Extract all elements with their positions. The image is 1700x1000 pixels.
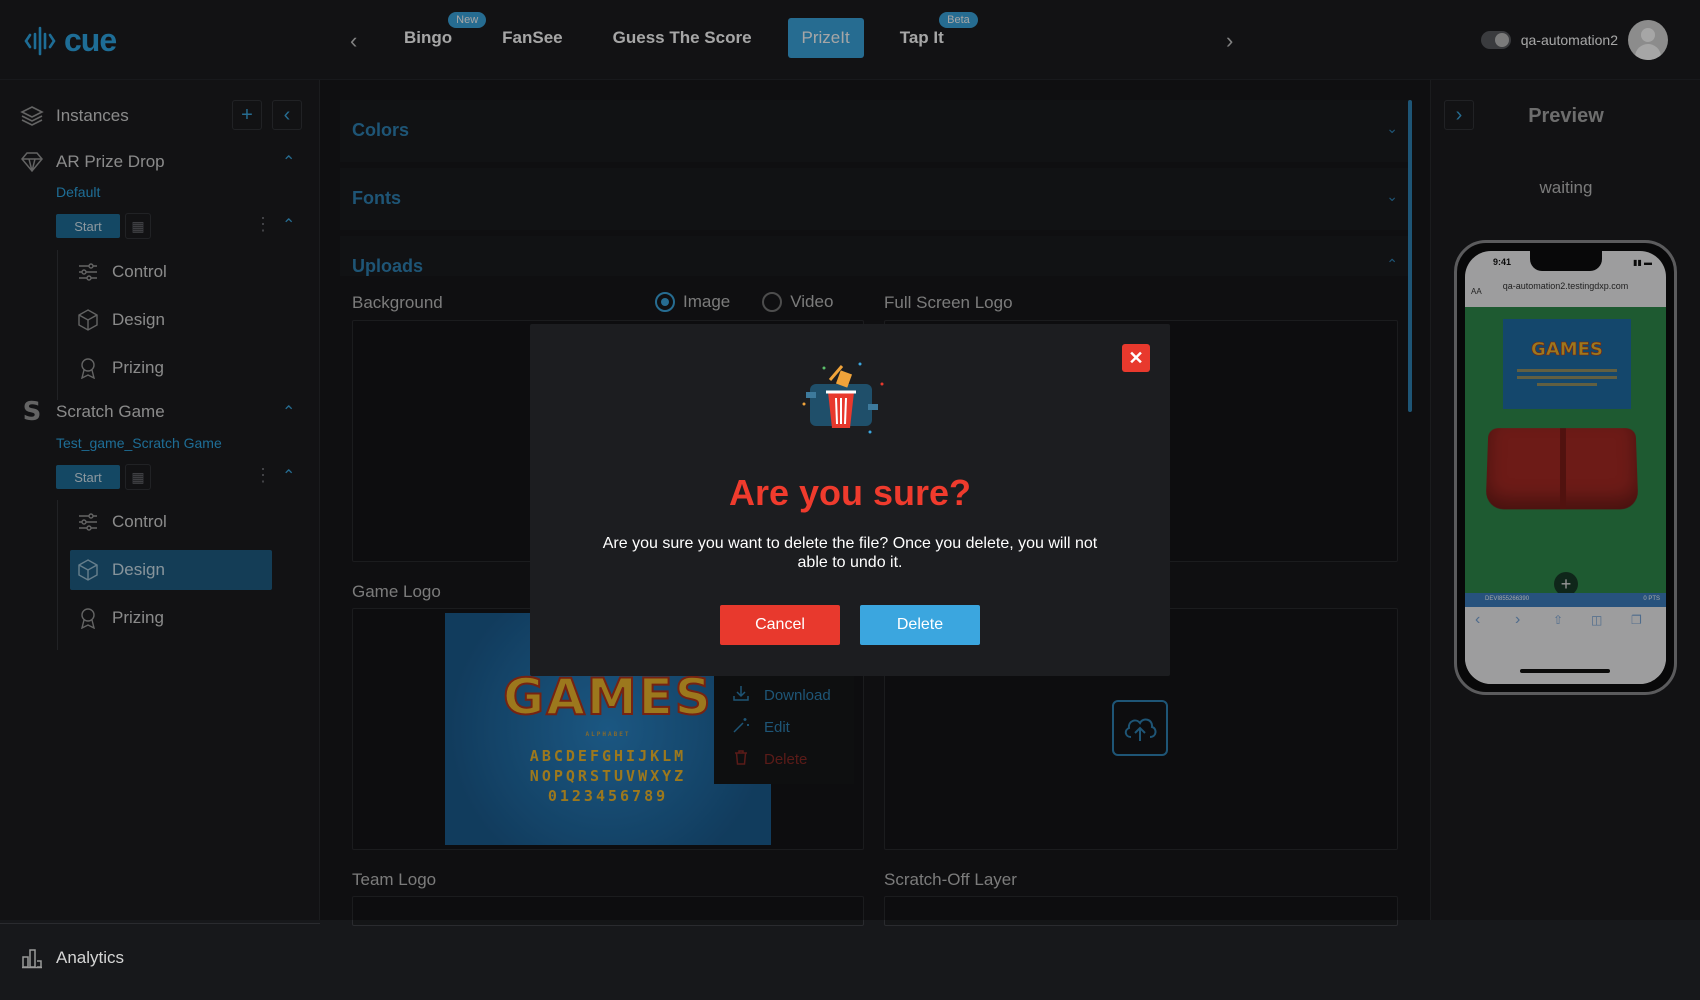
trash-illustration-icon	[790, 354, 890, 438]
bar-chart-icon	[20, 946, 44, 970]
analytics-label: Analytics	[56, 948, 125, 967]
confirm-delete-dialog: ✕ Are you sure? Are you sure you want to…	[530, 324, 1170, 676]
cancel-button[interactable]: Cancel	[720, 605, 840, 645]
analytics-link[interactable]: Analytics	[0, 923, 320, 1000]
close-icon[interactable]: ✕	[1122, 344, 1150, 372]
dialog-message: Are you sure you want to delete the file…	[602, 535, 1098, 571]
dialog-title: Are you sure?	[728, 472, 972, 513]
analytics-row: Analytics	[20, 946, 124, 970]
delete-button[interactable]: Delete	[860, 605, 980, 645]
